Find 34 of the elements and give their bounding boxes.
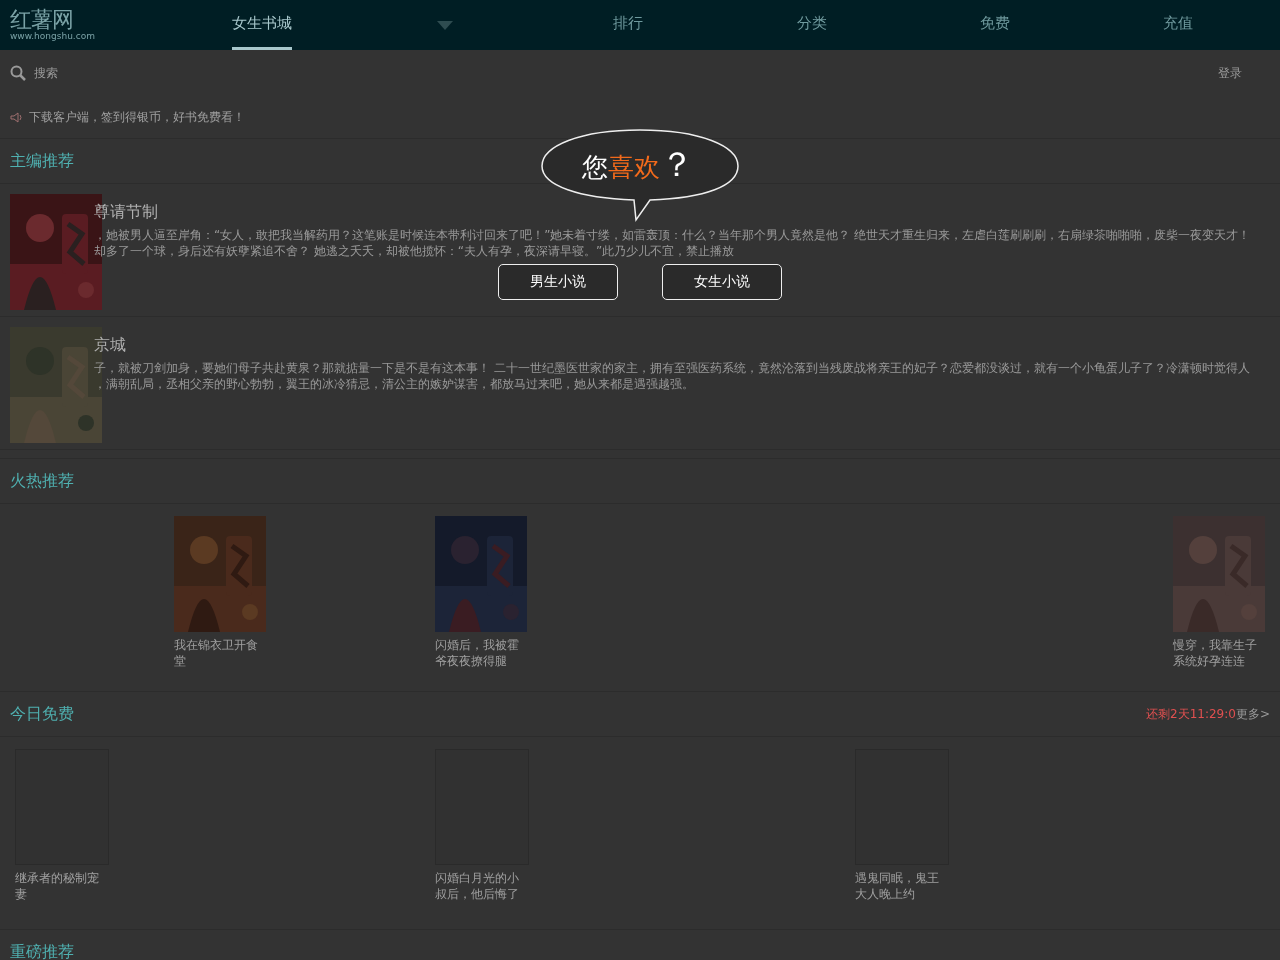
speaker-icon [10,111,23,123]
book-description: ，她被男人逼至岸角：“女人，敢把我当解药用？这笔账是时候连本带利讨回来了吧！”她未着寸缕，如雷轰顶：什么？当年那个男人竟然是他？ 绝世天才重生归来，左虐白莲刷刷刷，右扇绿茶啪啪啪，废柴一夜变天才！ [94,227,1251,243]
nav-tab[interactable]: 分类 [796,0,827,50]
dropdown-caret-icon[interactable] [437,20,453,30]
book-title[interactable]: 遇鬼同眠，鬼王大人晚上约 [855,870,947,902]
book-description: 却多了一个球，身后还有妖孽紧追不舍？ 她逃之夭夭，却被他揽怀：“夫人有孕，夜深请早寝。”此乃少儿不宜，禁止播放 [94,243,736,259]
book-title[interactable]: 继承者的秘制宠妻 [15,870,107,902]
nav-tab[interactable]: 免费 [980,0,1010,50]
search-field[interactable]: 搜索 [32,65,1212,81]
section-title: 重磅推荐 [10,941,74,960]
book-title[interactable]: 我在锦衣卫开食堂 [174,637,266,669]
site-logo[interactable]: 红薯网 [10,9,170,31]
book-title[interactable]: 尊请节制 [94,202,1251,223]
book-description: ，满朝乱局，丞相父亲的野心勃勃，翼王的冰冷猜忌，清公主的嫉妒谋害，都放马过来吧，她从来都是遇强越强。 [94,376,695,392]
notice-text: 下载客户端，签到得银币，好书免费看！ [29,108,245,126]
nav-tab[interactable]: 女生书城 [231,0,292,50]
genre-button[interactable]: 女生小说 [662,264,782,300]
book-description: 子，就被刀剑加身，要她们母子共赴黄泉？那就掂量一下是不是有这本事！ 二十一世纪墨医世家的家主，拥有至强医药系统，竟然沦落到当残废战将亲王的妃子？恋爱都没谈过，就有一个小龟蛋儿子了？冷潇顿时觉得人 [94,360,1250,376]
nav-tab[interactable]: 充值 [1163,0,1194,50]
book-title[interactable]: 闪婚后，我被霍爷夜夜撩得腿 [435,637,527,669]
section-title: 主编推荐 [10,150,74,172]
book-title[interactable]: 慢穿，我靠生子系统好孕连连 [1173,637,1265,669]
logo-url: www.hongshu.com [10,31,96,41]
question-text: 您喜欢？ [582,143,694,186]
book-title[interactable]: 京城 [94,335,1250,356]
more-link[interactable]: 更多> [1235,705,1270,723]
genre-button[interactable]: 男生小说 [498,264,618,300]
book-title[interactable]: 闪婚白月光的小叔后，他后悔了 [435,870,527,902]
section-title: 火热推荐 [10,470,74,492]
nav-tab[interactable]: 排行 [613,0,644,50]
login-link[interactable]: 登录 [1218,64,1270,82]
countdown-timer: 还剩2天11:29:0 [1146,705,1236,723]
search-icon [10,65,26,81]
section-title: 今日免费 [10,703,74,725]
